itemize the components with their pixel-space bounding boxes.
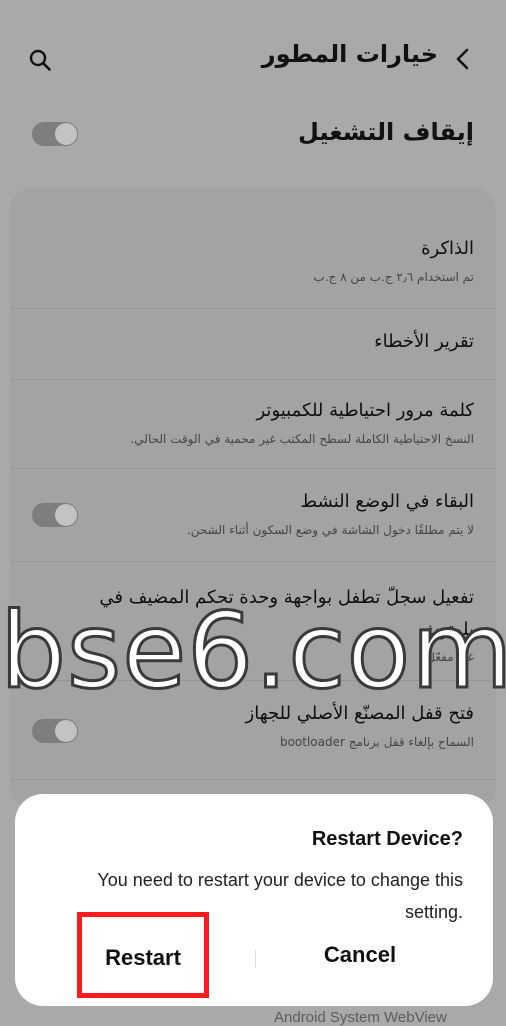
dialog-title: Restart Device? bbox=[311, 828, 463, 850]
restart-button[interactable]: Restart bbox=[77, 912, 209, 998]
setting-subtitle: غير مفعّل bbox=[426, 650, 474, 664]
cancel-button[interactable]: Cancel bbox=[283, 932, 437, 978]
setting-title: فتح قفل المصنّع الأصلي للجهاز bbox=[245, 703, 474, 724]
setting-subtitle: تم استخدام ٢٫٦ ج.ب من ٨ ج.ب bbox=[313, 270, 474, 284]
cancel-button-label: Cancel bbox=[323, 942, 397, 967]
setting-bug-report[interactable]: تقرير الأخطاء bbox=[10, 309, 496, 380]
setting-subtitle: النسخ الاحتياطية الكاملة لسطح المكتب غير… bbox=[130, 432, 474, 446]
setting-title: تفعيل سجلّ تطفل بواجهة وحدة تحكم المضيف … bbox=[99, 587, 474, 640]
restart-button-label: Restart bbox=[105, 945, 181, 970]
search-icon[interactable] bbox=[28, 48, 52, 72]
toggle-knob bbox=[55, 123, 77, 145]
master-switch-label: إيقاف التشغيل bbox=[298, 118, 474, 146]
oem-unlock-toggle[interactable] bbox=[32, 719, 78, 743]
setting-title: تقرير الأخطاء bbox=[374, 331, 474, 352]
setting-oem-unlock[interactable]: فتح قفل المصنّع الأصلي للجهاز السماح بإل… bbox=[10, 681, 496, 780]
toggle-knob bbox=[55, 720, 77, 742]
settings-list: الذاكرة تم استخدام ٢٫٦ ج.ب من ٨ ج.ب تقري… bbox=[10, 188, 496, 808]
stay-awake-toggle[interactable] bbox=[32, 503, 78, 527]
toggle-knob bbox=[55, 504, 77, 526]
setting-backup-password[interactable]: كلمة مرور احتياطية للكمبيوتر النسخ الاحت… bbox=[10, 380, 496, 469]
master-toggle[interactable] bbox=[32, 122, 78, 146]
chevron-left-icon[interactable] bbox=[450, 46, 476, 72]
setting-stay-awake[interactable]: البقاء في الوضع النشط لا يتم مطلقًا دخول… bbox=[10, 469, 496, 562]
setting-title: كلمة مرور احتياطية للكمبيوتر bbox=[256, 400, 475, 421]
footer-app-name: Android System WebView bbox=[274, 1009, 447, 1026]
setting-title: الذاكرة bbox=[421, 238, 474, 259]
setting-subtitle: السماح بإلغاء قفل برنامج bootloader bbox=[279, 735, 474, 749]
setting-title: البقاء في الوضع النشط bbox=[300, 491, 474, 512]
setting-subtitle: لا يتم مطلقًا دخول الشاشة في وضع السكون … bbox=[186, 523, 474, 537]
master-switch-row[interactable]: إيقاف التشغيل bbox=[0, 100, 506, 170]
setting-memory[interactable]: الذاكرة تم استخدام ٢٫٦ ج.ب من ٨ ج.ب bbox=[10, 188, 496, 309]
restart-dialog: Restart Device? You need to restart your… bbox=[15, 794, 493, 1006]
page-title: خيارات المطور bbox=[261, 40, 438, 68]
button-divider bbox=[255, 950, 256, 968]
setting-bluetooth-hci-log[interactable]: تفعيل سجلّ تطفل بواجهة وحدة تحكم المضيف … bbox=[10, 562, 496, 681]
